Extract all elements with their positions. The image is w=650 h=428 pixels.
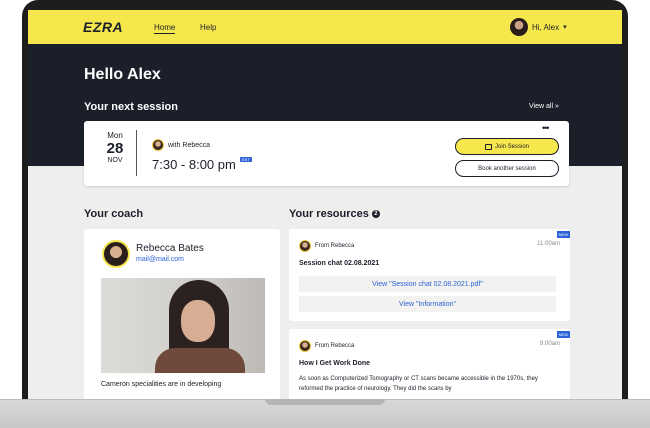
coach-mini-avatar [299, 340, 311, 352]
resource-text: As soon as Computerized Tomography or CT… [299, 376, 538, 392]
page-title: Hello Alex [84, 66, 161, 83]
resource-from-label: From Rebecca [315, 243, 355, 249]
view-all-label: View all [529, 103, 553, 110]
session-day: 28 [106, 140, 124, 157]
top-navbar: EZRA Home Help Hi, Alex ▾ [28, 10, 622, 44]
date-divider [136, 130, 137, 176]
next-session-heading: Your next session [84, 101, 178, 113]
view-all-link[interactable]: View all » [529, 103, 559, 110]
view-pdf-link[interactable]: View "Session chat 02.08.2021.pdf" [299, 276, 556, 292]
session-with-label: with Rebecca [168, 141, 211, 149]
coach-card: Rebecca Bates mail@mail.com Cameron spec… [84, 229, 280, 402]
resources-heading: Your resources 2 [289, 208, 380, 220]
resource-card: NEW From Rebecca 11:00am Session chat 02… [289, 229, 570, 321]
user-avatar [510, 18, 528, 36]
coach-name: Rebecca Bates [136, 243, 204, 254]
resource-time: 11:00am [537, 241, 560, 247]
coach-email-link[interactable]: mail@mail.com [136, 256, 184, 263]
resource-time: 9:00am [539, 341, 560, 347]
resource-title: How I Get Work Done [299, 360, 371, 367]
coach-photo [101, 278, 265, 373]
nav-help-link[interactable]: Help [200, 23, 216, 32]
resource-from: From Rebecca [299, 340, 354, 352]
nav-home-link[interactable]: Home [154, 23, 176, 34]
more-options-icon[interactable]: ••• [542, 123, 550, 133]
coach-mini-avatar [152, 139, 164, 151]
chevron-down-icon: ▾ [563, 24, 567, 31]
session-weekday: Mon [107, 131, 123, 140]
view-information-link[interactable]: View "Information" [299, 296, 556, 312]
chevron-right-icon: » [554, 103, 559, 110]
app-screen: EZRA Home Help Hi, Alex ▾ Hello Alex You… [28, 10, 622, 402]
resource-title: Session chat 02.08.2021 [299, 260, 380, 267]
user-menu[interactable]: Hi, Alex ▾ [510, 17, 567, 37]
resource-from: From Rebecca [299, 240, 354, 252]
timezone-badge: EST [240, 157, 252, 162]
coach-avatar [102, 240, 130, 268]
coach-description: Cameron specialities are in developing [101, 381, 222, 388]
session-date: Mon 28 NOV [98, 131, 132, 164]
coach-heading: Your coach [84, 208, 144, 220]
resource-from-label: From Rebecca [315, 343, 355, 349]
resources-count-badge: 2 [371, 210, 380, 218]
session-month: NOV [107, 157, 123, 164]
session-time: 7:30 - 8:00 pm [152, 157, 236, 172]
laptop-notch [265, 399, 385, 405]
photo-body [155, 348, 245, 373]
join-session-button[interactable]: Join Session [455, 138, 559, 155]
resource-card: NEW From Rebecca 9:00am How I Get Work D… [289, 329, 570, 402]
photo-face [181, 300, 215, 342]
join-session-label: Join Session [494, 143, 530, 150]
session-with: with Rebecca [152, 139, 210, 151]
video-camera-icon [484, 143, 492, 150]
next-session-card: Mon 28 NOV with Rebecca 7:30 - 8:00 pm E… [84, 121, 569, 186]
laptop-frame: EZRA Home Help Hi, Alex ▾ Hello Alex You… [22, 0, 628, 402]
book-another-session-button[interactable]: Book another session [455, 160, 559, 177]
resources-heading-label: Your resources [289, 208, 369, 220]
ezra-logo[interactable]: EZRA [83, 19, 123, 35]
new-badge: NEW [556, 331, 570, 338]
new-badge: NEW [556, 231, 570, 238]
coach-mini-avatar [299, 240, 311, 252]
user-greeting: Hi, Alex [532, 22, 560, 32]
